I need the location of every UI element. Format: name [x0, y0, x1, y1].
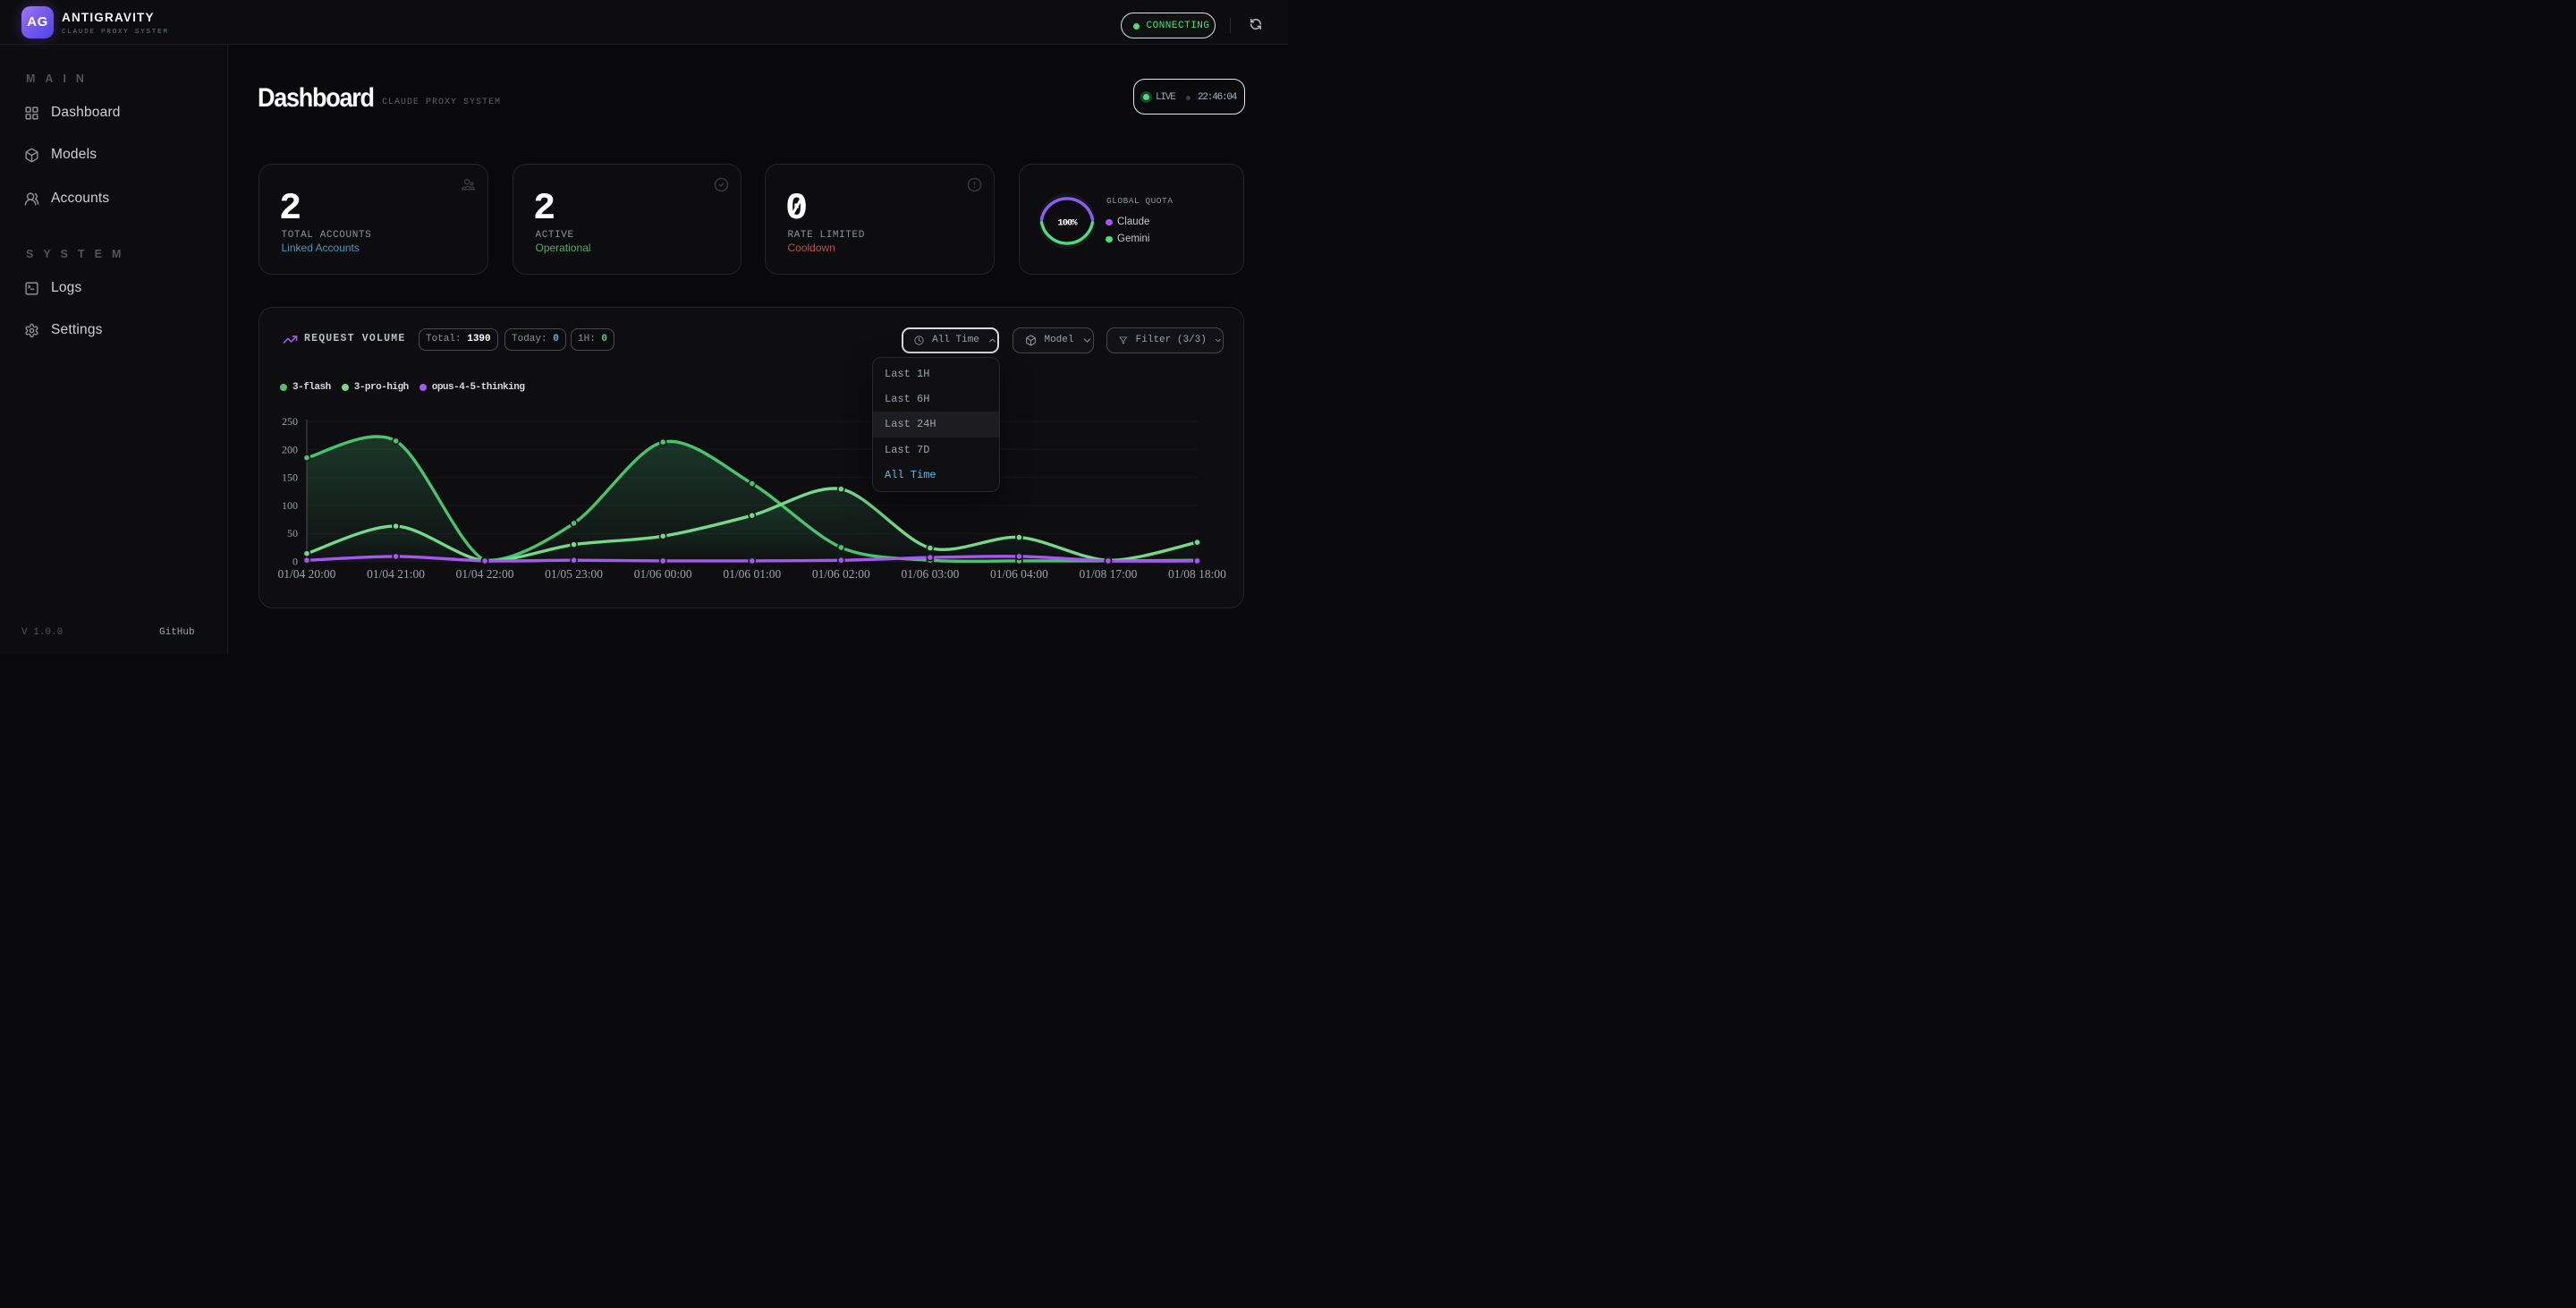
svg-text:100: 100: [282, 498, 298, 511]
svg-text:100%: 100%: [1057, 217, 1078, 228]
svg-text:01/08 18:00: 01/08 18:00: [1168, 567, 1226, 581]
svg-text:01/06 01:00: 01/06 01:00: [723, 567, 781, 581]
svg-text:250: 250: [282, 415, 298, 428]
svg-text:01/06 00:00: 01/06 00:00: [634, 567, 692, 581]
svg-text:01/06 04:00: 01/06 04:00: [990, 567, 1048, 581]
svg-text:01/06 02:00: 01/06 02:00: [812, 567, 870, 581]
svg-text:01/05 23:00: 01/05 23:00: [545, 567, 603, 581]
svg-text:01/08 17:00: 01/08 17:00: [1079, 567, 1137, 581]
svg-text:50: 50: [287, 527, 298, 539]
svg-text:01/06 03:00: 01/06 03:00: [901, 567, 959, 581]
svg-text:150: 150: [282, 471, 298, 483]
svg-text:200: 200: [282, 443, 298, 455]
svg-text:01/04 22:00: 01/04 22:00: [456, 567, 514, 581]
svg-text:01/04 21:00: 01/04 21:00: [367, 567, 425, 581]
svg-text:0: 0: [292, 555, 298, 567]
svg-text:01/04 20:00: 01/04 20:00: [278, 567, 336, 581]
